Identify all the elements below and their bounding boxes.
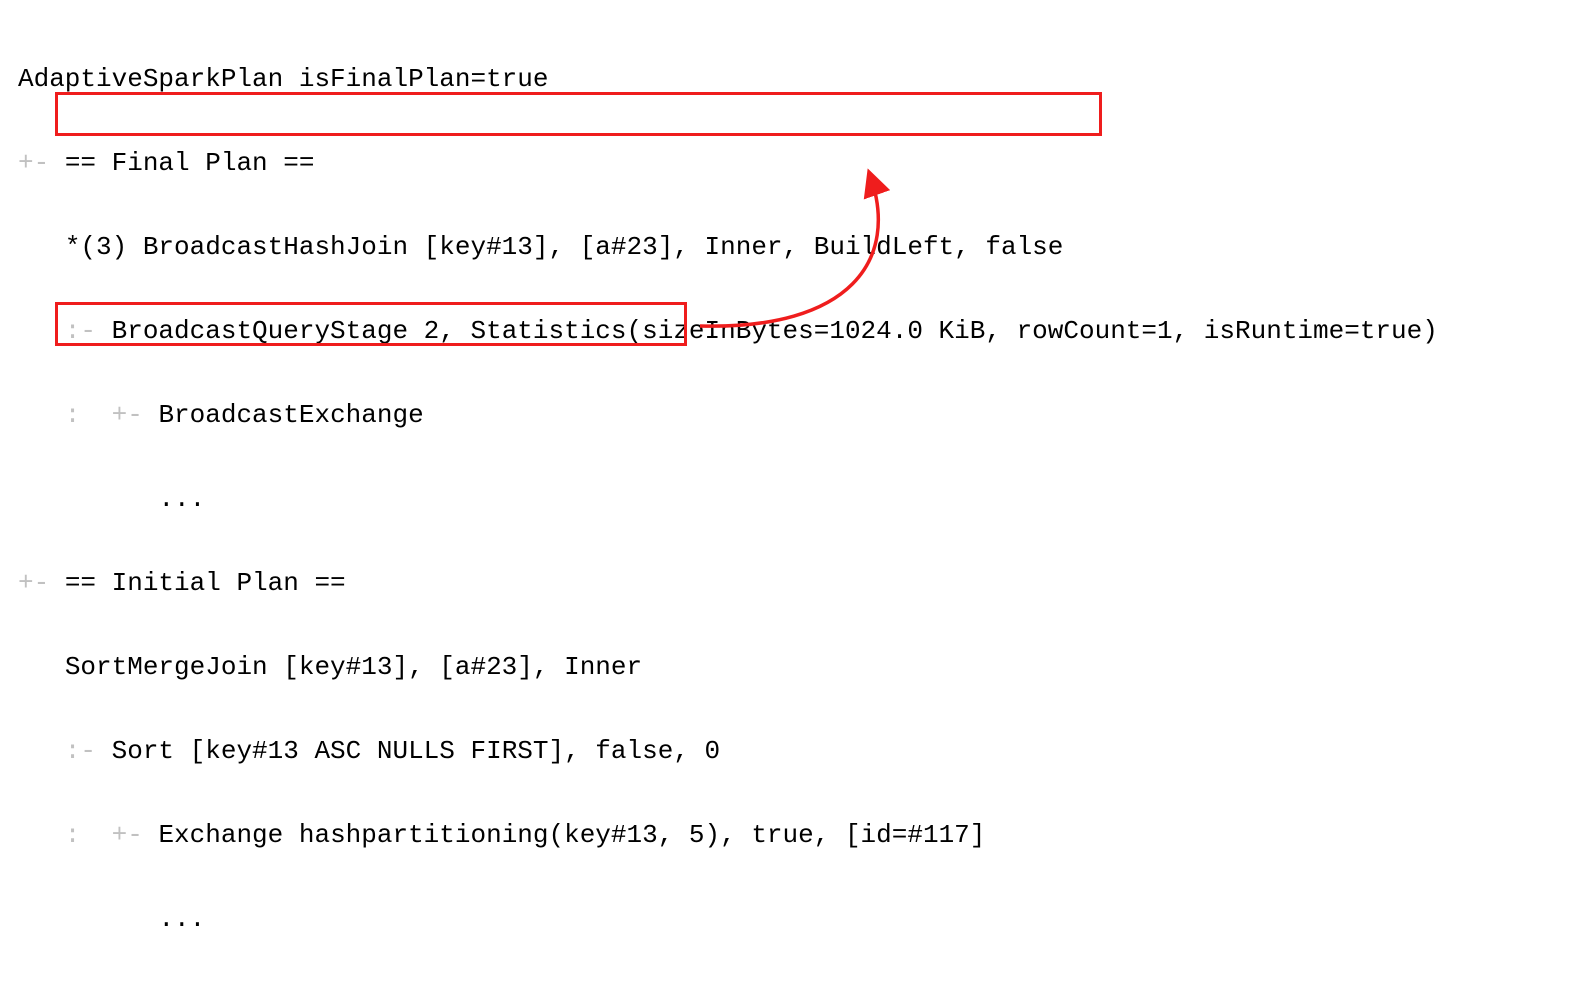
broadcast-exchange-line: BroadcastExchange xyxy=(158,400,423,430)
spark-plan-code: AdaptiveSparkPlan isFinalPlan=true +- ==… xyxy=(0,0,1570,998)
line1-text: AdaptiveSparkPlan isFinalPlan=true xyxy=(18,64,549,94)
tree-glyph: :- xyxy=(18,316,112,346)
broadcast-hash-join-line: *(3) BroadcastHashJoin [key#13], [a#23],… xyxy=(65,232,1064,262)
tree-glyph xyxy=(18,904,158,934)
tree-glyph: +- xyxy=(18,568,65,598)
final-plan-header: == Final Plan == xyxy=(65,148,315,178)
plan-line-8: SortMergeJoin [key#13], [a#23], Inner xyxy=(18,646,1552,688)
broadcast-query-stage-line: BroadcastQueryStage 2, Statistics(sizeIn… xyxy=(112,316,1438,346)
plan-line-11: ... xyxy=(18,898,1552,940)
tree-glyph xyxy=(18,652,65,682)
tree-glyph xyxy=(18,484,158,514)
tree-glyph: : +- xyxy=(18,820,158,850)
plan-line-4: :- BroadcastQueryStage 2, Statistics(siz… xyxy=(18,310,1552,352)
exchange-line: Exchange hashpartitioning(key#13, 5), tr… xyxy=(158,820,985,850)
sort-merge-join-line: SortMergeJoin [key#13], [a#23], Inner xyxy=(65,652,642,682)
tree-glyph: :- xyxy=(18,736,112,766)
plan-line-7: +- == Initial Plan == xyxy=(18,562,1552,604)
ellipsis: ... xyxy=(158,904,205,934)
tree-glyph xyxy=(18,232,65,262)
plan-line-2: +- == Final Plan == xyxy=(18,142,1552,184)
plan-line-9: :- Sort [key#13 ASC NULLS FIRST], false,… xyxy=(18,730,1552,772)
plan-line-1: AdaptiveSparkPlan isFinalPlan=true xyxy=(18,58,1552,100)
plan-line-6: ... xyxy=(18,478,1552,520)
ellipsis: ... xyxy=(158,484,205,514)
sort-line: Sort [key#13 ASC NULLS FIRST], false, 0 xyxy=(112,736,721,766)
plan-line-5: : +- BroadcastExchange xyxy=(18,394,1552,436)
tree-glyph: +- xyxy=(18,148,65,178)
initial-plan-header: == Initial Plan == xyxy=(65,568,346,598)
plan-line-3: *(3) BroadcastHashJoin [key#13], [a#23],… xyxy=(18,226,1552,268)
tree-glyph: : +- xyxy=(18,400,158,430)
plan-line-10: : +- Exchange hashpartitioning(key#13, 5… xyxy=(18,814,1552,856)
